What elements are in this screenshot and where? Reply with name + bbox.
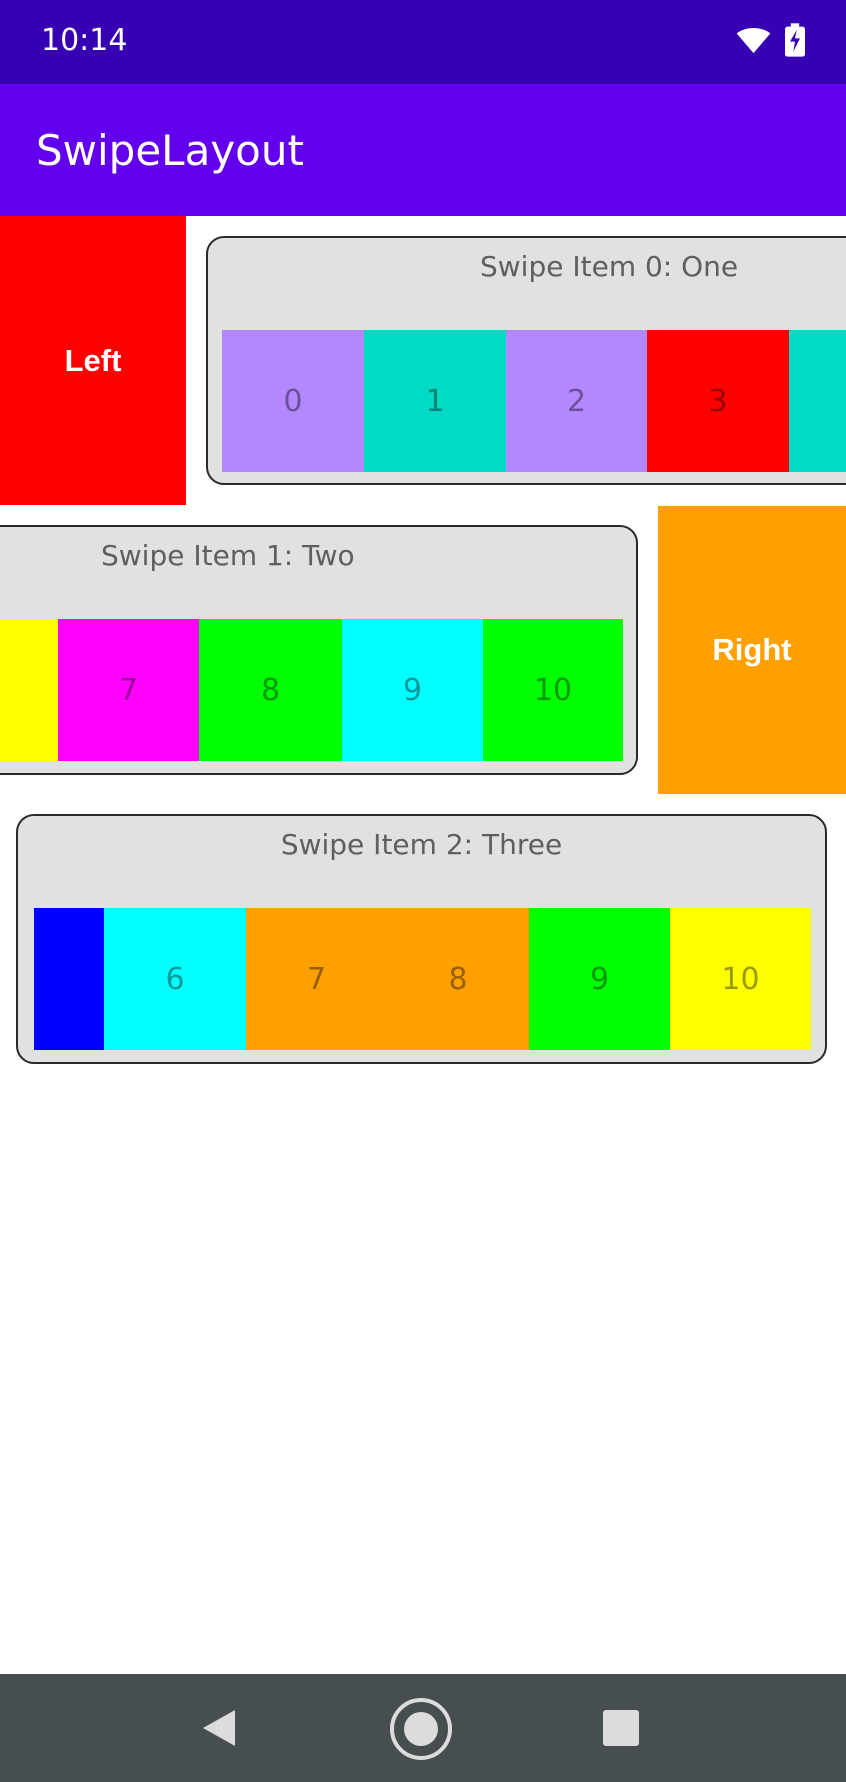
- swipe-item-2[interactable]: Swipe Item 2: Three 6 7 8 9 10: [16, 814, 827, 1064]
- back-icon[interactable]: [199, 1708, 239, 1748]
- color-cell: 9: [529, 908, 670, 1050]
- color-cell: 10: [670, 908, 811, 1050]
- color-cell: 2: [506, 330, 647, 472]
- color-strip[interactable]: 7 8 9 10: [0, 619, 623, 761]
- color-cell: 8: [199, 619, 342, 761]
- color-strip[interactable]: 6 7 8 9 10: [34, 908, 811, 1050]
- right-swipe-action[interactable]: Right: [658, 506, 846, 794]
- swipe-item-title: Swipe Item 1: Two: [101, 539, 355, 572]
- home-icon[interactable]: [388, 1696, 454, 1762]
- color-cell: [34, 908, 104, 1050]
- color-cell: [0, 619, 58, 761]
- swipe-item-1[interactable]: Swipe Item 1: Two 7 8 9 10: [0, 525, 638, 775]
- color-cell: 3: [647, 330, 789, 472]
- color-cell: 10: [483, 619, 623, 761]
- color-cell: 7: [58, 619, 199, 761]
- color-cell: 1: [364, 330, 506, 472]
- app-title: SwipeLayout: [36, 126, 304, 175]
- color-cell: 8: [387, 908, 529, 1050]
- battery-charging-icon: [785, 23, 805, 57]
- color-cell: 7: [246, 908, 387, 1050]
- color-cell: 0: [222, 330, 364, 472]
- color-cell: 6: [104, 908, 246, 1050]
- app-bar: SwipeLayout: [0, 84, 846, 216]
- swipe-item-title: Swipe Item 2: Three: [280, 828, 563, 861]
- color-cell: [789, 330, 846, 472]
- status-bar: 10:14: [0, 0, 846, 84]
- navigation-bar: [0, 1674, 846, 1782]
- swipe-item-title: Swipe Item 0: One: [480, 250, 739, 283]
- color-cell: 9: [342, 619, 483, 761]
- left-swipe-action[interactable]: Left: [0, 216, 186, 505]
- swipe-item-0[interactable]: Swipe Item 0: One 0 1 2 3: [206, 236, 846, 485]
- status-time: 10:14: [41, 23, 128, 58]
- color-strip[interactable]: 0 1 2 3: [222, 330, 846, 472]
- recents-icon[interactable]: [603, 1710, 639, 1746]
- wifi-icon: [736, 27, 771, 54]
